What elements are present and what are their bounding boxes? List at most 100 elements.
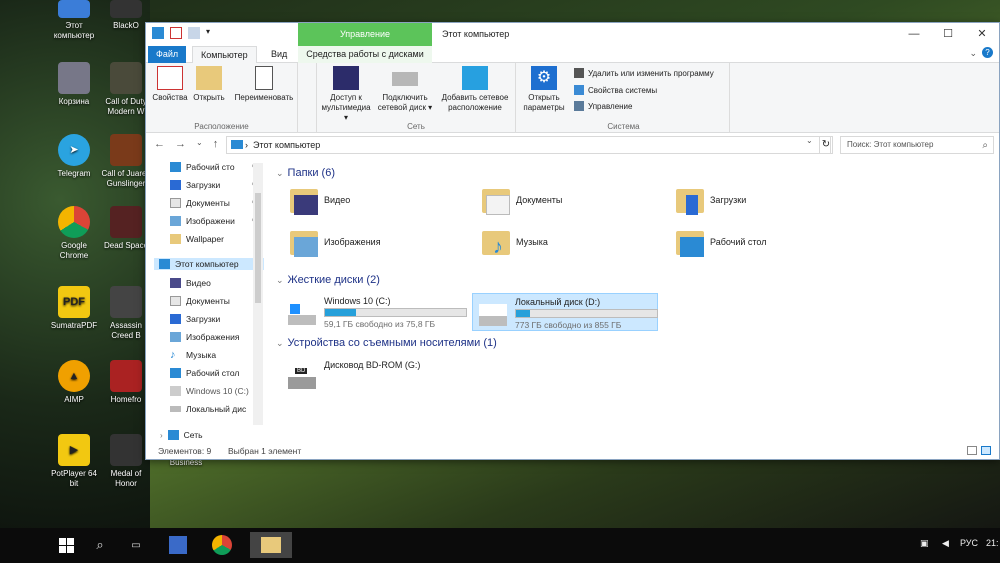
rename-button[interactable]: Переименовать — [232, 66, 296, 103]
system-properties-button[interactable]: Свойства системы — [574, 85, 657, 95]
tray-network-icon[interactable]: ▣ — [920, 538, 929, 549]
context-tab-manage[interactable]: Управление — [298, 23, 432, 46]
up-arrow-icon[interactable]: ↑ — [213, 138, 219, 150]
folder-documents[interactable]: Документы — [482, 185, 562, 215]
nav-item-music[interactable]: ♪ Музыка — [170, 349, 216, 361]
recent-chevron-icon[interactable]: ⌄ — [196, 138, 203, 150]
nav-item-pictures-pinned[interactable]: Изображени — [170, 216, 235, 226]
properties-button[interactable]: Свойства — [152, 66, 188, 103]
uninstall-program-button[interactable]: Удалить или изменить программу — [574, 68, 714, 78]
breadcrumb-separator: › — [245, 140, 248, 150]
address-dropdown-icon[interactable]: ⌄ — [806, 136, 813, 145]
tab-file[interactable]: Файл — [148, 46, 187, 63]
task-view-button[interactable]: ▭ — [122, 532, 150, 558]
help-icon[interactable]: ? — [982, 47, 993, 58]
tray-language[interactable]: РУС — [960, 538, 978, 548]
game-icon — [110, 286, 142, 318]
refresh-button[interactable]: ↻ — [819, 136, 833, 154]
documents-icon — [170, 198, 181, 208]
chevron-down-icon[interactable]: ▾ — [206, 27, 214, 39]
forward-arrow-icon[interactable]: → — [175, 138, 186, 150]
drive-d[interactable]: Локальный диск (D:) 773 ГБ свободно из 8… — [472, 293, 658, 331]
folder-pictures[interactable]: Изображения — [290, 227, 381, 257]
chevron-down-icon[interactable]: ⌄ — [969, 48, 977, 59]
chrome-icon — [58, 206, 90, 238]
folder-downloads[interactable]: Загрузки — [676, 185, 746, 215]
drive-icon — [170, 406, 181, 412]
section-folders[interactable]: ⌄ Папки (6) — [276, 167, 335, 179]
minimize-button[interactable]: — — [897, 23, 931, 46]
properties-qat-icon[interactable] — [170, 27, 182, 39]
search-taskbar-button[interactable]: ⌕ — [86, 532, 114, 558]
programs-icon — [574, 68, 584, 78]
nav-item-documents[interactable]: Документы — [170, 296, 230, 306]
desktop-icon-potplayer[interactable]: ▶ PotPlayer 64 bit — [48, 434, 100, 489]
desktop-icon-aimp[interactable]: ▲ AIMP — [48, 360, 100, 405]
computer-icon — [159, 259, 170, 269]
tab-view[interactable]: Вид — [263, 46, 295, 63]
folder-music[interactable]: ♪ Музыка — [482, 227, 548, 257]
breadcrumb[interactable]: Этот компьютер — [253, 140, 320, 150]
media-access-button[interactable]: Доступ к мультимедиа ▾ — [319, 66, 373, 123]
selection-count: Выбран 1 элемент — [228, 446, 302, 456]
open-button[interactable]: Открыть — [192, 66, 226, 103]
details-view-icon[interactable] — [967, 446, 977, 455]
address-bar[interactable]: › Этот компьютер — [226, 136, 831, 154]
group-system: ⚙ Открыть параметры Удалить или изменить… — [518, 63, 730, 133]
desktop-icon-chrome[interactable]: Google Chrome — [48, 206, 100, 261]
nav-item-videos[interactable]: Видео — [170, 278, 211, 288]
drive-c[interactable]: Windows 10 (C:) 59,1 ГБ свободно из 75,8… — [282, 293, 468, 331]
nav-scrollbar[interactable] — [253, 163, 263, 425]
start-button[interactable] — [52, 532, 80, 558]
drive-g-bdrom[interactable]: BD Дисковод BD-ROM (G:) — [282, 357, 468, 395]
desktop-icon-sumatra[interactable]: PDF SumatraPDF — [48, 286, 100, 331]
close-button[interactable]: ✕ — [965, 23, 999, 46]
drive-c-usage-bar — [324, 308, 467, 317]
tray-clock[interactable]: 21: — [986, 538, 999, 548]
chevron-down-icon: ⌄ — [276, 167, 284, 178]
nav-item-downloads[interactable]: Загрузки — [170, 314, 220, 324]
tray-volume-icon[interactable]: ◀ — [942, 538, 949, 549]
tab-disk-tools[interactable]: Средства работы с дисками — [298, 46, 432, 63]
back-arrow-icon[interactable]: ← — [154, 138, 165, 150]
taskbar-app-chrome[interactable] — [208, 532, 236, 558]
title-bar: ▾ Управление Этот компьютер — ☐ ✕ — [146, 23, 999, 46]
nav-item-pictures[interactable]: Изображения — [170, 332, 239, 342]
nav-item-desktop-folder[interactable]: Рабочий стол — [170, 368, 239, 378]
section-hard-drives[interactable]: ⌄ Жесткие диски (2) — [276, 274, 380, 286]
tab-computer[interactable]: Компьютер — [192, 46, 257, 63]
nav-item-desktop[interactable]: Рабочий сто — [170, 162, 235, 172]
desktop-icon-telegram[interactable]: ➤ Telegram — [48, 134, 100, 179]
music-note-icon: ♪ — [170, 349, 176, 361]
pictures-icon — [170, 216, 181, 226]
search-input[interactable]: Поиск: Этот компьютер ⌕ — [840, 136, 994, 154]
new-folder-qat-icon[interactable] — [188, 27, 200, 39]
chevron-down-icon: ⌄ — [276, 337, 284, 348]
nav-item-drive-d[interactable]: Локальный дис — [170, 404, 246, 414]
section-removable[interactable]: ⌄ Устройства со съемными носителями (1) — [276, 337, 497, 349]
map-drive-button[interactable]: Подключить сетевой диск ▾ — [375, 66, 435, 113]
add-network-location-button[interactable]: Добавить сетевое расположение — [437, 66, 513, 113]
taskbar-app-save[interactable] — [164, 532, 192, 558]
scrollbar-thumb[interactable] — [255, 193, 261, 303]
nav-item-downloads-pinned[interactable]: Загрузки — [170, 180, 220, 190]
game-icon — [110, 434, 142, 466]
desktop-icon-this-pc[interactable]: Этот компьютер — [48, 0, 100, 41]
desktop-icon-recycle-bin[interactable]: Корзина — [48, 62, 100, 107]
windows-drive-icon — [170, 386, 181, 396]
nav-item-drive-c[interactable]: Windows 10 (C:) — [170, 386, 249, 396]
network-drive-icon — [392, 72, 418, 86]
open-settings-button[interactable]: ⚙ Открыть параметры — [518, 66, 570, 113]
nav-item-wallpaper[interactable]: Wallpaper — [170, 234, 224, 244]
maximize-button[interactable]: ☐ — [931, 23, 965, 46]
chrome-icon — [212, 535, 232, 555]
large-icons-view-icon[interactable] — [981, 446, 991, 455]
nav-item-network[interactable]: › Сеть — [160, 430, 203, 440]
folder-videos[interactable]: Видео — [290, 185, 350, 215]
folder-desktop[interactable]: Рабочий стол — [676, 227, 767, 257]
nav-item-this-pc[interactable]: Этот компьютер — [154, 258, 264, 270]
nav-item-documents-pinned[interactable]: Документы — [170, 198, 230, 208]
taskbar-app-explorer[interactable] — [250, 532, 292, 558]
folder-icon — [261, 537, 281, 553]
manage-button[interactable]: Управление — [574, 101, 632, 111]
